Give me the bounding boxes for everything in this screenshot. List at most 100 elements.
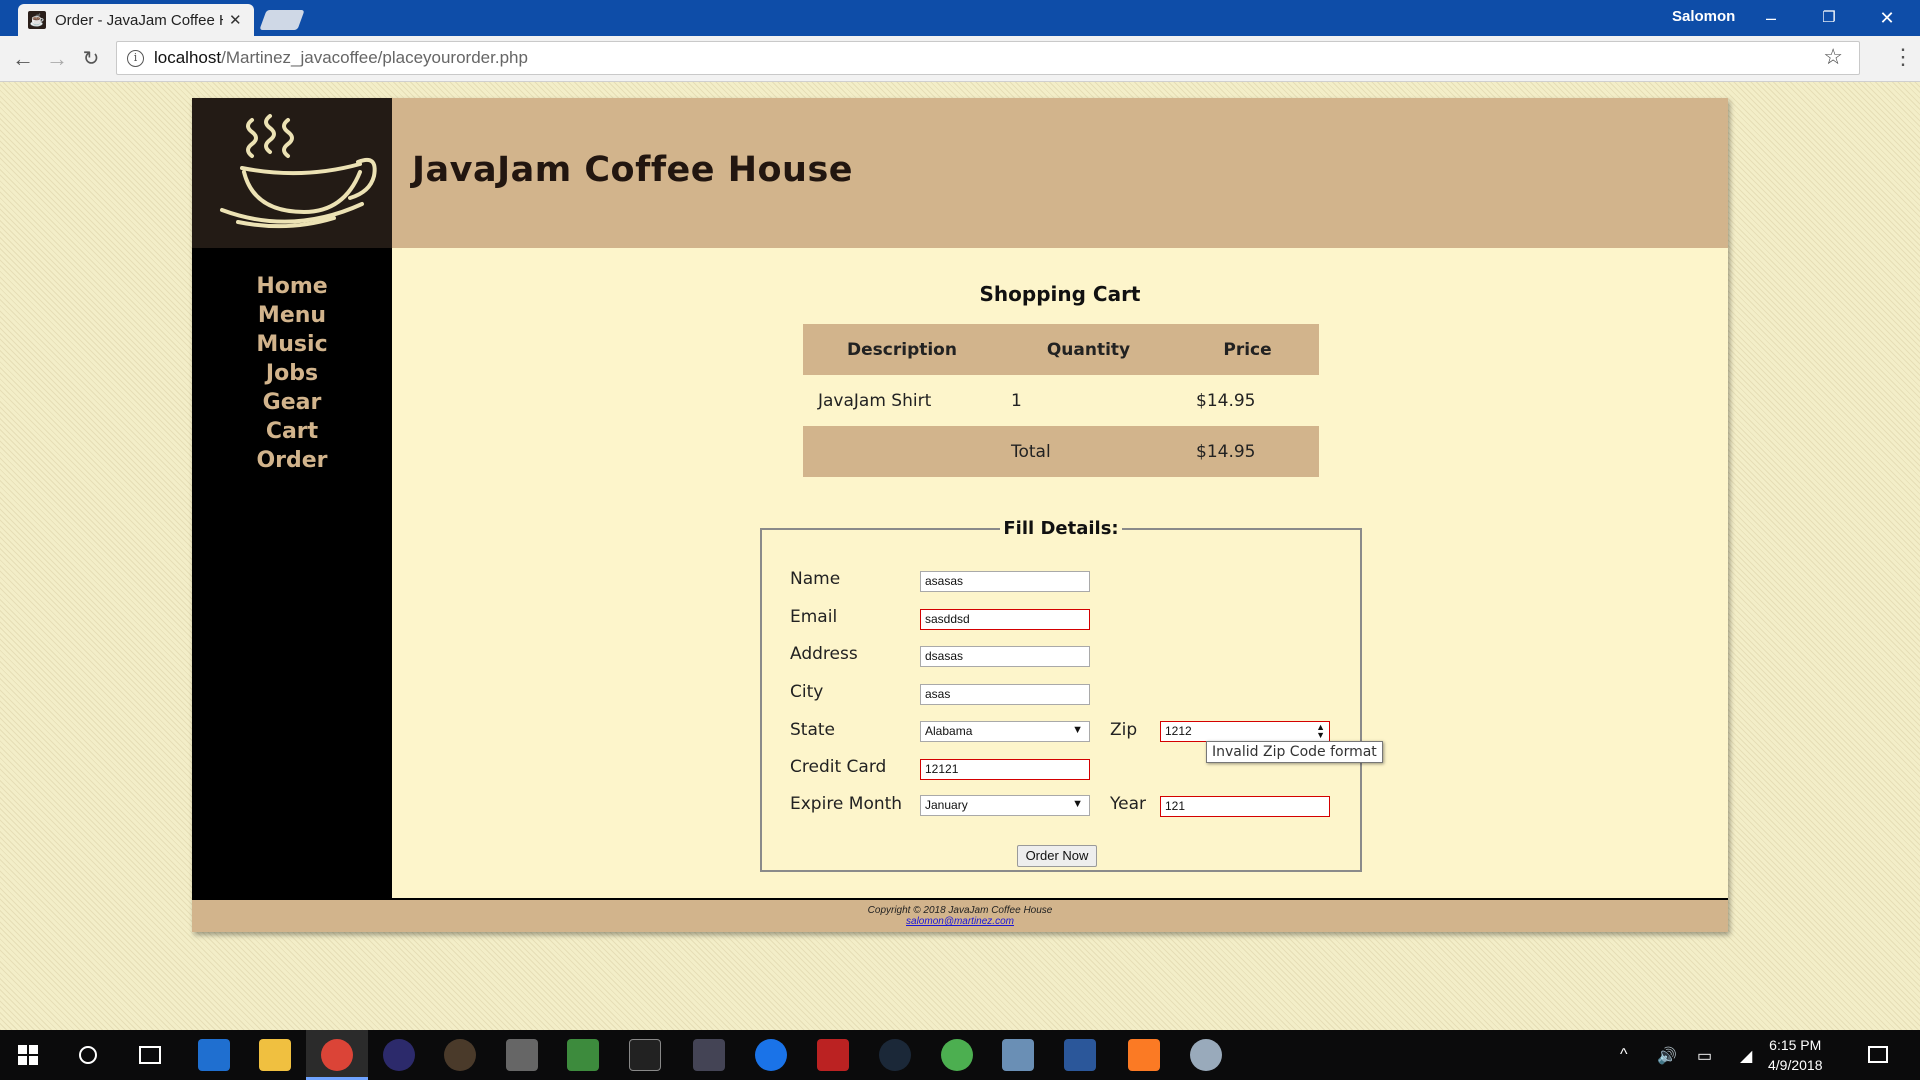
footer-email-link[interactable]: salomon@martinez.com bbox=[192, 916, 1728, 927]
xampp-icon[interactable] bbox=[1128, 1039, 1160, 1071]
search-cortana-icon[interactable] bbox=[79, 1046, 97, 1064]
main-content: Shopping Cart Description Quantity Price… bbox=[392, 248, 1728, 898]
page-wrapper: JavaJam Coffee House Home Menu Music Job… bbox=[192, 98, 1728, 932]
volume-icon[interactable]: 🔊 bbox=[1657, 1046, 1677, 1066]
utorrent-icon[interactable] bbox=[941, 1039, 973, 1071]
year-label: Year bbox=[1110, 794, 1146, 814]
video-editor-icon[interactable] bbox=[506, 1039, 538, 1071]
browser-tab-active[interactable]: ☕ Order - JavaJam Coffee H ✕ bbox=[18, 4, 254, 36]
expire-month-label: Expire Month bbox=[790, 794, 903, 814]
new-tab-button[interactable] bbox=[259, 10, 305, 30]
browser-menu-icon[interactable]: ⋮ bbox=[1892, 44, 1914, 70]
clock-date: 4/9/2018 bbox=[1768, 1057, 1823, 1073]
state-label: State bbox=[790, 720, 835, 740]
col-header-description: Description bbox=[803, 324, 1001, 375]
site-nav: Home Menu Music Jobs Gear Cart Order bbox=[192, 248, 392, 898]
wifi-icon[interactable]: ◢ bbox=[1740, 1046, 1752, 1066]
eclipse-icon[interactable] bbox=[383, 1039, 415, 1071]
nav-link-jobs[interactable]: Jobs bbox=[192, 359, 392, 388]
email-label: Email bbox=[790, 607, 838, 627]
expire-month-select[interactable]: January ▼ bbox=[920, 795, 1090, 816]
tab-title: Order - JavaJam Coffee H bbox=[55, 11, 223, 29]
bookmark-star-icon[interactable]: ☆ bbox=[1823, 44, 1843, 70]
steam-icon[interactable] bbox=[879, 1039, 911, 1071]
name-label: Name bbox=[790, 569, 841, 589]
windows-start-icon[interactable] bbox=[18, 1045, 38, 1065]
restore-icon[interactable]: ❐ bbox=[1809, 4, 1849, 32]
dropdown-arrow-icon: ▼ bbox=[1072, 798, 1083, 810]
total-label: Total bbox=[1001, 426, 1176, 477]
name-input[interactable]: asasas bbox=[920, 571, 1090, 592]
spreadsheet-app-icon[interactable] bbox=[567, 1039, 599, 1071]
copyright-text: Copyright © 2018 JavaJam Coffee House bbox=[867, 905, 1053, 916]
year-input[interactable]: 121 bbox=[1160, 796, 1330, 817]
nav-link-menu[interactable]: Menu bbox=[192, 301, 392, 330]
coffee-favicon-icon: ☕ bbox=[28, 11, 46, 29]
app-icon-5[interactable] bbox=[444, 1039, 476, 1071]
zip-input[interactable]: 1212 ▲ ▼ bbox=[1160, 721, 1330, 742]
coffee-cup-logo-icon bbox=[220, 114, 377, 229]
zip-label: Zip bbox=[1110, 720, 1138, 740]
city-input[interactable]: asas bbox=[920, 684, 1090, 705]
zip-input-value: 1212 bbox=[1165, 724, 1192, 738]
item-price: $14.95 bbox=[1176, 375, 1319, 426]
action-center-icon[interactable] bbox=[1868, 1046, 1888, 1063]
nav-link-home[interactable]: Home bbox=[192, 272, 392, 301]
zip-validation-tooltip: Invalid Zip Code format bbox=[1206, 741, 1383, 763]
file-explorer-icon[interactable] bbox=[259, 1039, 291, 1071]
clock-time: 6:15 PM bbox=[1769, 1037, 1822, 1053]
browser-titlebar: ☕ Order - JavaJam Coffee H ✕ Salomon – ❐… bbox=[0, 0, 1920, 36]
virtualbox-icon[interactable] bbox=[1002, 1039, 1034, 1071]
word-icon[interactable] bbox=[1064, 1039, 1096, 1071]
task-view-icon[interactable] bbox=[139, 1046, 161, 1064]
browser-profile-name[interactable]: Salomon bbox=[1672, 8, 1735, 25]
minimize-icon[interactable]: – bbox=[1751, 4, 1791, 32]
close-window-icon[interactable]: ✕ bbox=[1867, 4, 1907, 32]
number-spinner-icon[interactable]: ▲ ▼ bbox=[1316, 723, 1325, 740]
col-header-quantity: Quantity bbox=[1001, 324, 1176, 375]
reload-icon[interactable]: ↻ bbox=[76, 45, 106, 73]
nav-link-cart[interactable]: Cart bbox=[192, 417, 392, 446]
paint-icon[interactable] bbox=[1190, 1039, 1222, 1071]
address-bar[interactable]: i localhost/Martinez_javacoffee/placeyou… bbox=[116, 41, 1860, 75]
app-icon-11[interactable] bbox=[817, 1039, 849, 1071]
nav-link-order[interactable]: Order bbox=[192, 446, 392, 475]
browser-toolbar: ← → ↻ i localhost/Martinez_javacoffee/pl… bbox=[0, 36, 1920, 82]
email-input[interactable]: sasddsd bbox=[920, 609, 1090, 630]
dropdown-arrow-icon: ▼ bbox=[1072, 724, 1083, 736]
col-header-price: Price bbox=[1176, 324, 1319, 375]
total-price: $14.95 bbox=[1176, 426, 1319, 477]
cart-title: Shopping Cart bbox=[979, 282, 1141, 306]
total-spacer bbox=[803, 426, 1001, 477]
expire-month-value: January bbox=[925, 798, 968, 812]
back-arrow-icon[interactable]: ← bbox=[8, 45, 38, 73]
address-label: Address bbox=[790, 644, 858, 664]
site-header: JavaJam Coffee House bbox=[392, 98, 1728, 248]
page-viewport: JavaJam Coffee House Home Menu Music Job… bbox=[0, 82, 1920, 1030]
order-now-button[interactable]: Order Now bbox=[1017, 845, 1097, 867]
form-legend: Fill Details: bbox=[1003, 518, 1119, 539]
7zip-icon[interactable] bbox=[629, 1039, 661, 1071]
maps-icon[interactable] bbox=[755, 1039, 787, 1071]
forward-arrow-icon[interactable]: → bbox=[42, 45, 72, 73]
chrome-icon[interactable] bbox=[321, 1039, 353, 1071]
address-input[interactable]: dsasas bbox=[920, 646, 1090, 667]
taskbar-clock[interactable]: 6:15 PM 4/9/2018 bbox=[1768, 1035, 1823, 1075]
site-info-icon[interactable]: i bbox=[127, 49, 144, 67]
state-select[interactable]: Alabama ▼ bbox=[920, 721, 1090, 742]
cart-header-row: Description Quantity Price bbox=[803, 324, 1319, 375]
app-icon-9[interactable] bbox=[693, 1039, 725, 1071]
edge-browser-icon[interactable] bbox=[198, 1039, 230, 1071]
show-hidden-icons-icon[interactable]: ^ bbox=[1620, 1046, 1628, 1064]
tab-close-icon[interactable]: ✕ bbox=[229, 11, 242, 29]
windows-taskbar: ^ 🔊 ▭ ◢ 6:15 PM 4/9/2018 bbox=[0, 1030, 1920, 1080]
item-quantity: 1 bbox=[1001, 375, 1176, 426]
site-logo bbox=[192, 98, 392, 248]
site-title: JavaJam Coffee House bbox=[412, 150, 854, 190]
credit-card-input[interactable]: 12121 bbox=[920, 759, 1090, 780]
battery-icon[interactable]: ▭ bbox=[1697, 1046, 1712, 1066]
nav-link-music[interactable]: Music bbox=[192, 330, 392, 359]
nav-link-gear[interactable]: Gear bbox=[192, 388, 392, 417]
site-footer: Copyright © 2018 JavaJam Coffee House sa… bbox=[192, 898, 1728, 932]
url-text: localhost/Martinez_javacoffee/placeyouro… bbox=[154, 48, 528, 67]
